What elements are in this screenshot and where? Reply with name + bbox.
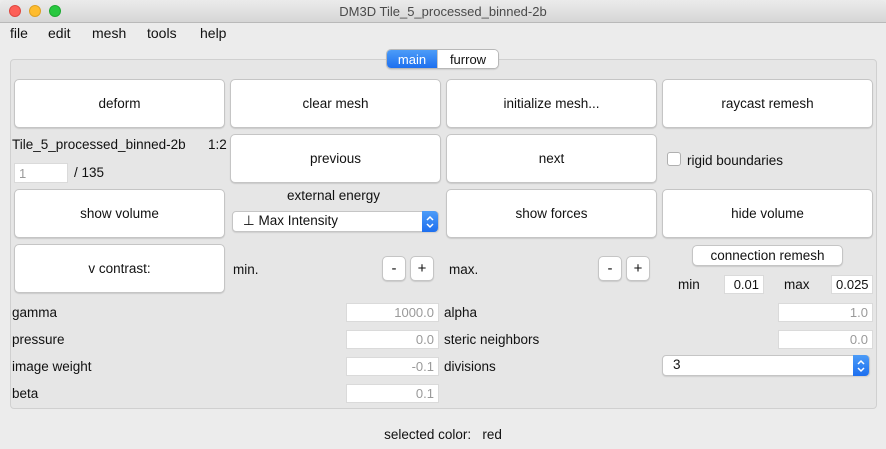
contrast-max-increase-button[interactable]: +: [626, 256, 650, 281]
initialize-mesh-button[interactable]: initialize mesh...: [446, 79, 657, 128]
alpha-input[interactable]: [778, 303, 873, 322]
previous-button[interactable]: previous: [230, 134, 441, 183]
menu-edit[interactable]: edit: [48, 25, 71, 41]
remesh-min-label: min: [678, 277, 700, 292]
external-energy-value: ⊥ Max Intensity: [243, 213, 339, 228]
clear-mesh-button[interactable]: clear mesh: [230, 79, 441, 128]
frame-total-label: / 135: [74, 165, 105, 180]
window-title: DM3D Tile_5_processed_binned-2b: [339, 4, 547, 19]
image-name-label: Tile_5_processed_binned-2b: [12, 137, 186, 152]
steric-neighbors-input[interactable]: [778, 330, 873, 349]
show-volume-button[interactable]: show volume: [14, 189, 225, 238]
selected-color-label: selected color:: [384, 427, 472, 442]
show-forces-button[interactable]: show forces: [446, 189, 657, 238]
v-contrast-button[interactable]: v contrast:: [14, 244, 225, 293]
beta-label: beta: [12, 386, 39, 401]
connection-remesh-button[interactable]: connection remesh: [692, 245, 843, 266]
select-arrows-icon: [853, 355, 869, 376]
menu-help[interactable]: help: [200, 25, 226, 41]
divisions-value: 3: [673, 357, 681, 372]
frame-input[interactable]: [14, 163, 68, 183]
alpha-label: alpha: [444, 305, 478, 320]
raycast-remesh-button[interactable]: raycast remesh: [662, 79, 873, 128]
rigid-boundaries-checkbox[interactable]: [667, 152, 681, 166]
steric-neighbors-label: steric neighbors: [444, 332, 540, 347]
gamma-label: gamma: [12, 305, 58, 320]
menu-bar: file edit mesh tools help: [0, 23, 886, 44]
divisions-label: divisions: [444, 359, 496, 374]
remesh-max-input[interactable]: [831, 275, 873, 294]
next-button[interactable]: next: [446, 134, 657, 183]
contrast-min-label: min.: [233, 262, 259, 277]
contrast-max-label: max.: [449, 262, 479, 277]
select-arrows-icon: [422, 211, 438, 232]
remesh-max-label: max: [784, 277, 810, 292]
gamma-input[interactable]: [346, 303, 439, 322]
external-energy-label: external energy: [287, 188, 381, 203]
remesh-min-input[interactable]: [724, 275, 764, 294]
tab-bar: main furrow: [386, 49, 499, 69]
title-bar: DM3D Tile_5_processed_binned-2b: [0, 0, 886, 23]
hide-volume-button[interactable]: hide volume: [662, 189, 873, 238]
tab-main[interactable]: main: [387, 50, 437, 68]
menu-file[interactable]: file: [10, 25, 28, 41]
status-bar: selected color: red: [0, 427, 886, 442]
external-energy-select[interactable]: ⊥ Max Intensity: [232, 211, 439, 232]
contrast-min-increase-button[interactable]: +: [410, 256, 434, 281]
contrast-max-decrease-button[interactable]: -: [598, 256, 622, 281]
beta-input[interactable]: [346, 384, 439, 403]
menu-mesh[interactable]: mesh: [92, 25, 126, 41]
pressure-label: pressure: [12, 332, 65, 347]
selected-color-value: red: [482, 427, 502, 442]
image-weight-label: image weight: [12, 359, 92, 374]
menu-tools[interactable]: tools: [147, 25, 177, 41]
contrast-min-decrease-button[interactable]: -: [382, 256, 406, 281]
image-scale-label: 1:2: [208, 137, 227, 152]
deform-button[interactable]: deform: [14, 79, 225, 128]
pressure-input[interactable]: [346, 330, 439, 349]
divisions-select[interactable]: 3: [662, 355, 870, 376]
rigid-boundaries-label: rigid boundaries: [687, 153, 784, 168]
tab-furrow[interactable]: furrow: [437, 50, 498, 68]
image-weight-input[interactable]: [346, 357, 439, 376]
